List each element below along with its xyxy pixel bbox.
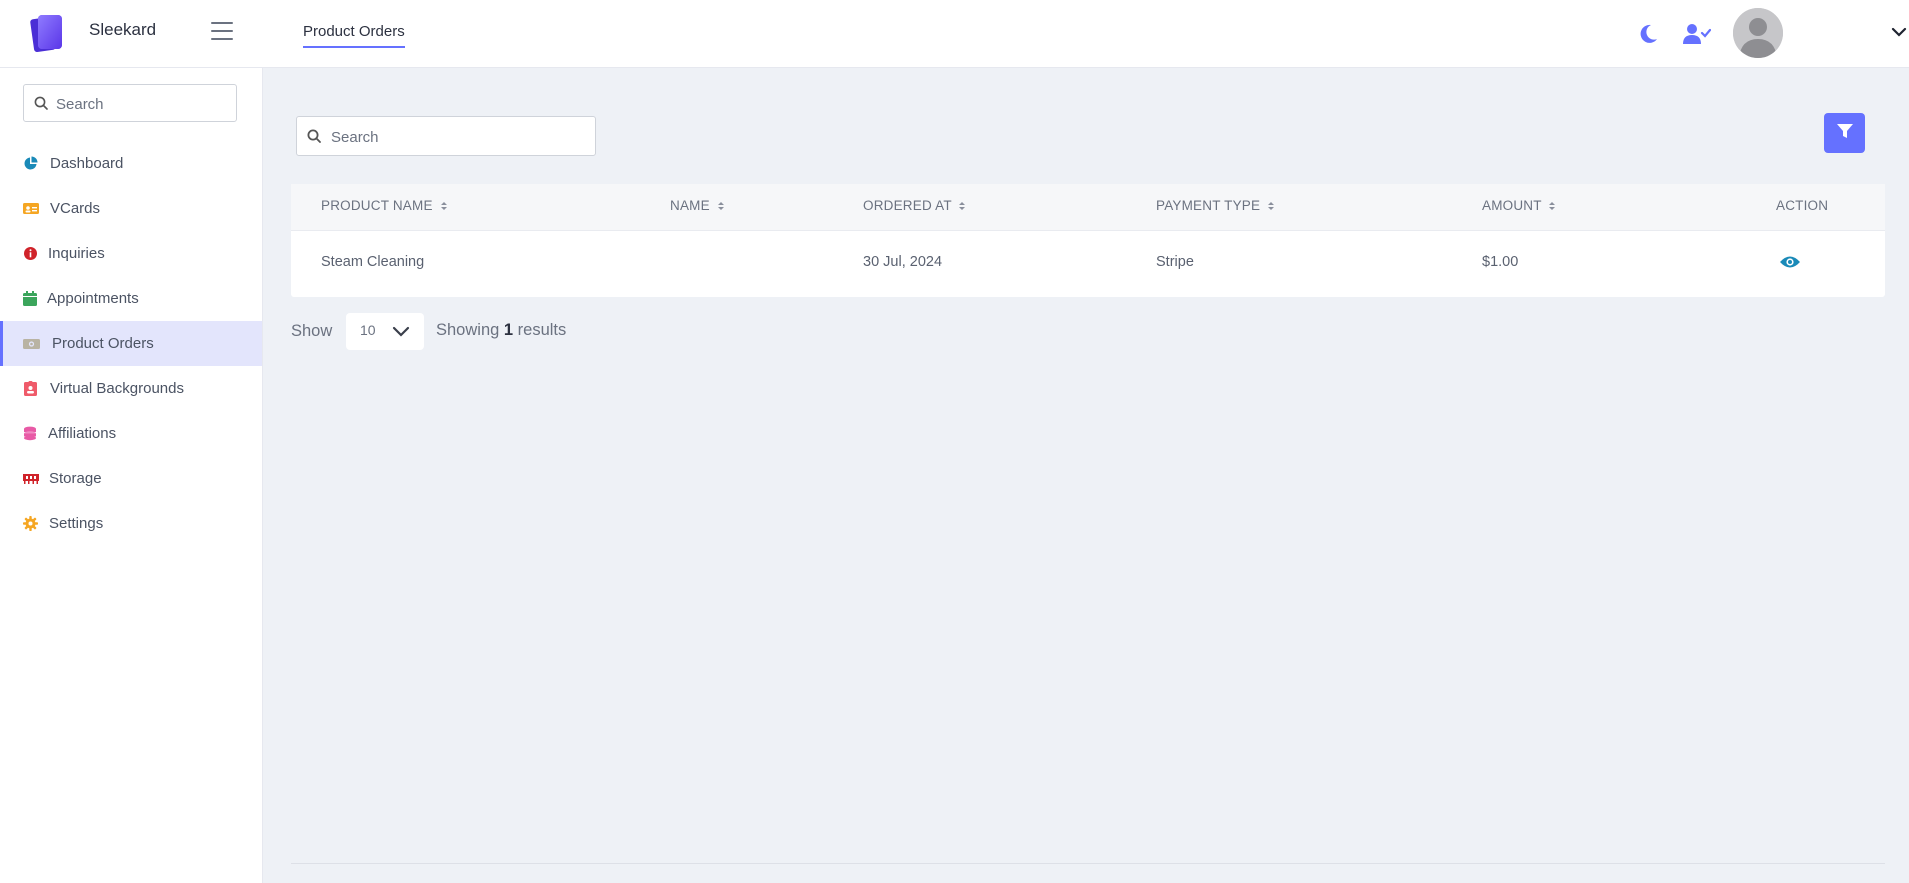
footer-divider [291, 863, 1885, 864]
cell-amount: $1.00 [1482, 254, 1519, 270]
sidebar-item-virtual-backgrounds[interactable]: Virtual Backgrounds [0, 366, 262, 411]
per-page-value: 10 [360, 322, 376, 338]
info-circle-icon [23, 246, 38, 261]
sleekard-logo-icon [29, 12, 65, 54]
sort-icon [717, 199, 724, 214]
memory-icon [23, 471, 39, 486]
column-header-product-name[interactable]: PRODUCT NAME [321, 198, 447, 214]
sort-icon [440, 199, 447, 214]
column-label: ORDERED AT [863, 198, 952, 213]
sidebar-search[interactable] [23, 84, 237, 123]
column-header-name[interactable]: NAME [670, 198, 724, 214]
results-prefix: Showing [436, 321, 500, 339]
user-check-icon[interactable] [1683, 23, 1712, 50]
sidebar-item-product-orders[interactable]: Product Orders [0, 321, 262, 366]
column-label: PRODUCT NAME [321, 198, 433, 213]
column-header-amount[interactable]: AMOUNT [1482, 198, 1556, 214]
sort-icon [1549, 199, 1556, 214]
column-label: NAME [670, 198, 710, 213]
chevron-down-icon [392, 325, 410, 343]
pie-chart-icon [23, 156, 38, 171]
menu-toggle-icon[interactable] [211, 22, 233, 42]
column-header-payment-type[interactable]: PAYMENT TYPE [1156, 198, 1275, 214]
sidebar-item-dashboard[interactable]: Dashboard [0, 141, 262, 186]
sort-icon [959, 199, 966, 214]
chevron-down-icon[interactable] [1891, 25, 1907, 43]
sidebar-item-affiliations[interactable]: Affiliations [0, 411, 262, 456]
gear-icon [23, 516, 38, 531]
show-label: Show [291, 322, 333, 340]
sidebar-item-storage[interactable]: Storage [0, 456, 262, 501]
orders-table: PRODUCT NAME NAME ORDERED AT PAYMENT TYP… [291, 184, 1885, 297]
column-label: PAYMENT TYPE [1156, 198, 1261, 213]
sidebar-item-label: Appointments [47, 290, 139, 307]
brand-name: Sleekard [89, 20, 157, 39]
calendar-icon [23, 291, 38, 306]
sort-icon [1268, 199, 1275, 214]
sidebar: Dashboard VCards [0, 68, 263, 883]
top-header: Sleekard Product Orders [0, 0, 1909, 68]
moon-icon[interactable] [1640, 24, 1658, 49]
avatar[interactable] [1733, 8, 1783, 58]
sidebar-search-input[interactable] [54, 85, 233, 123]
id-badge-icon [23, 381, 38, 396]
sidebar-item-label: Storage [49, 470, 102, 487]
tab-product-orders[interactable]: Product Orders [303, 23, 405, 48]
sidebar-item-label: Affiliations [48, 425, 117, 442]
search-icon [34, 96, 48, 115]
results-suffix: results [517, 321, 567, 339]
results-count: 1 [503, 321, 514, 339]
id-card-icon [23, 201, 39, 216]
search-icon [307, 129, 321, 148]
filter-button[interactable] [1824, 113, 1865, 153]
orders-search[interactable] [296, 116, 596, 157]
cell-payment-type: Stripe [1156, 254, 1194, 270]
results-summary: Showing 1 results [436, 321, 566, 340]
column-label: AMOUNT [1482, 198, 1542, 213]
sidebar-item-label: Inquiries [48, 245, 105, 262]
filter-icon [1836, 122, 1854, 145]
sidebar-item-inquiries[interactable]: Inquiries [0, 231, 262, 276]
sidebar-item-label: Dashboard [50, 155, 124, 172]
column-header-action: ACTION [1776, 198, 1829, 213]
pagination: Show 10 Showing 1 results [291, 313, 566, 350]
sidebar-item-label: Product Orders [52, 335, 154, 352]
sidebar-item-vcards[interactable]: VCards [0, 186, 262, 231]
per-page-select[interactable]: 10 [346, 313, 424, 350]
eye-icon[interactable] [1779, 254, 1801, 275]
sidebar-item-settings[interactable]: Settings [0, 501, 262, 546]
sidebar-item-label: VCards [50, 200, 101, 217]
search-input[interactable] [329, 117, 593, 157]
column-header-ordered-at[interactable]: ORDERED AT [863, 198, 966, 214]
coins-icon [23, 426, 38, 441]
sidebar-item-appointments[interactable]: Appointments [0, 276, 262, 321]
money-bill-icon [23, 336, 40, 351]
sidebar-nav: Dashboard VCards Inquiries Appointments … [0, 141, 262, 546]
brand[interactable]: Sleekard [29, 12, 156, 54]
table-header: PRODUCT NAME NAME ORDERED AT PAYMENT TYP… [291, 184, 1885, 231]
cell-product-name: Steam Cleaning [321, 254, 425, 270]
sidebar-item-label: Virtual Backgrounds [50, 380, 184, 397]
cell-ordered-at: 30 Jul, 2024 [863, 254, 943, 270]
sidebar-item-label: Settings [49, 515, 104, 532]
